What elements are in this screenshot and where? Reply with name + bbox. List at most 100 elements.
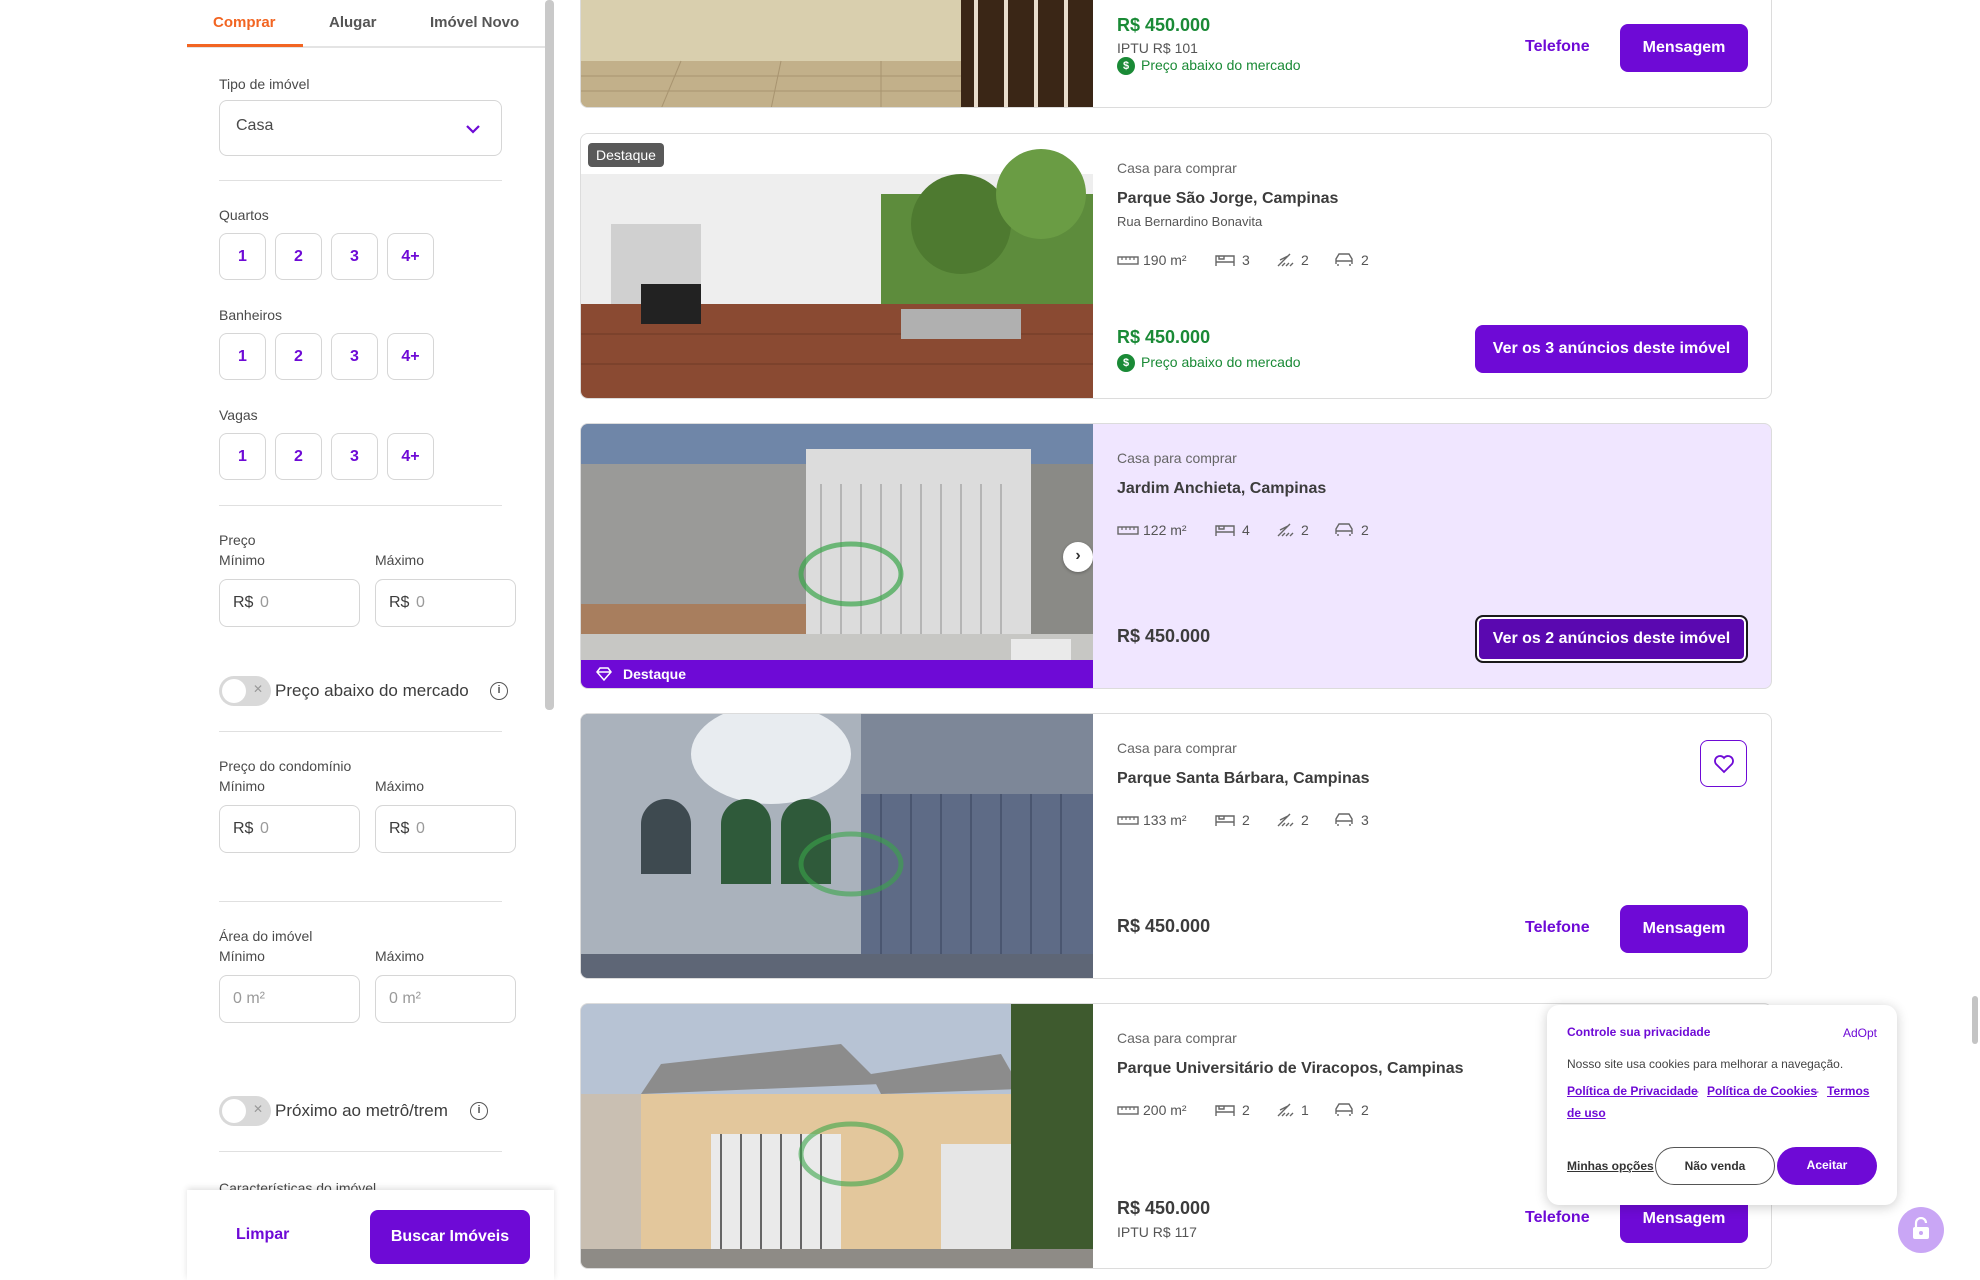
listing-type: Casa para comprar — [1117, 450, 1237, 466]
listing-price: R$ 450.000 — [1117, 15, 1211, 35]
lock-icon — [1913, 1217, 1929, 1239]
listing-card[interactable]: Casa para comprar Parque Santa Bárbara, … — [580, 713, 1772, 979]
listing-photo[interactable]: Destaque — [581, 134, 1093, 398]
listing-photo[interactable] — [581, 1004, 1093, 1268]
car-icon — [1335, 813, 1353, 826]
bedrooms-option-3[interactable]: 3 — [331, 233, 378, 280]
currency-prefix: R$ — [233, 594, 254, 611]
phone-button[interactable]: Telefone — [1525, 38, 1590, 56]
price-max-input[interactable]: R$ 0 — [375, 579, 516, 627]
listing-bedrooms: 3 — [1242, 252, 1250, 268]
favorite-button[interactable] — [1700, 740, 1747, 787]
condo-min-placeholder: 0 — [260, 820, 269, 837]
privacy-policy-link[interactable]: Política de Privacidade — [1567, 1084, 1698, 1098]
do-not-sell-button[interactable]: Não venda — [1655, 1147, 1775, 1185]
listing-price: R$ 450.000 — [1117, 327, 1211, 347]
bathrooms-option-1[interactable]: 1 — [219, 333, 266, 380]
listing-title[interactable]: Parque São Jorge, Campinas — [1117, 190, 1338, 208]
message-button[interactable]: Mensagem — [1620, 24, 1748, 72]
listing-bedrooms: 4 — [1242, 522, 1250, 538]
divider — [219, 180, 502, 181]
terms-link-continued[interactable]: de uso — [1567, 1106, 1606, 1120]
listing-parking: 2 — [1361, 522, 1369, 538]
accept-cookies-button[interactable]: Aceitar — [1777, 1147, 1877, 1185]
price-min-input[interactable]: R$ 0 — [219, 579, 360, 627]
bathrooms-option-4plus[interactable]: 4+ — [387, 333, 434, 380]
listing-tabs: Comprar Alugar Imóvel Novo — [187, 0, 547, 48]
bedrooms-option-2[interactable]: 2 — [275, 233, 322, 280]
listing-title[interactable]: Jardim Anchieta, Campinas — [1117, 480, 1326, 498]
phone-button[interactable]: Telefone — [1525, 919, 1590, 937]
bed-icon — [1215, 815, 1235, 826]
listing-card[interactable]: Destaque Casa para comprar Parque São Jo… — [580, 133, 1772, 399]
property-type-select[interactable]: Casa — [219, 100, 502, 156]
bedrooms-option-1[interactable]: 1 — [219, 233, 266, 280]
area-max-input[interactable]: 0 m² — [375, 975, 516, 1023]
page-scrollbar[interactable] — [1972, 996, 1978, 1044]
listing-photo[interactable] — [581, 0, 1093, 107]
listing-area: 122 m² — [1143, 522, 1187, 538]
bathrooms-option-3[interactable]: 3 — [331, 333, 378, 380]
parking-option-1[interactable]: 1 — [219, 433, 266, 480]
parking-option-2[interactable]: 2 — [275, 433, 322, 480]
listing-card[interactable]: R$ 450.000 IPTU R$ 101 $ Preço abaixo do … — [580, 0, 1772, 108]
bedrooms-option-4plus[interactable]: 4+ — [387, 233, 434, 280]
area-min-input[interactable]: 0 m² — [219, 975, 360, 1023]
sidebar-scrollbar[interactable] — [545, 0, 554, 710]
listing-card[interactable]: › Destaque Casa para comprar Jardim Anch… — [580, 423, 1772, 689]
listing-title[interactable]: Parque Universitário de Viracopos, Campi… — [1117, 1060, 1464, 1078]
tab-alugar[interactable]: Alugar — [329, 14, 377, 31]
bed-icon — [1215, 1105, 1235, 1116]
divider — [219, 1151, 502, 1152]
condo-max-label: Máximo — [375, 778, 425, 794]
diamond-icon — [596, 667, 612, 681]
active-tab-indicator — [187, 44, 303, 47]
bedrooms-label: Quartos — [219, 207, 269, 223]
clear-filters-button[interactable]: Limpar — [236, 1226, 289, 1244]
view-listings-button[interactable]: Ver os 2 anúncios deste imóvel — [1475, 615, 1748, 663]
bed-icon — [1215, 525, 1235, 536]
listing-photo[interactable]: › Destaque — [581, 424, 1093, 688]
bathrooms-label: Banheiros — [219, 307, 283, 323]
next-photo-button[interactable]: › — [1063, 542, 1093, 572]
currency-prefix: R$ — [389, 820, 410, 837]
link-separator: - — [1815, 1084, 1819, 1098]
listing-title[interactable]: Parque Santa Bárbara, Campinas — [1117, 770, 1370, 788]
my-options-link[interactable]: Minhas opções — [1567, 1159, 1654, 1173]
heart-icon — [1714, 755, 1734, 774]
listing-price: R$ 450.000 — [1117, 1198, 1211, 1218]
bathrooms-option-2[interactable]: 2 — [275, 333, 322, 380]
view-listings-button[interactable]: Ver os 3 anúncios deste imóvel — [1475, 325, 1748, 373]
condo-min-label: Mínimo — [219, 778, 265, 794]
cookie-text: Nosso site usa cookies para melhorar a n… — [1567, 1057, 1844, 1071]
terms-link[interactable]: Termos — [1827, 1084, 1869, 1098]
tab-imovel-novo[interactable]: Imóvel Novo — [430, 14, 519, 31]
info-icon[interactable]: i — [470, 1102, 488, 1120]
bed-icon — [1215, 255, 1235, 266]
area-label: Área do imóvel — [219, 928, 313, 944]
parking-option-3[interactable]: 3 — [331, 433, 378, 480]
featured-badge: Destaque — [588, 143, 664, 167]
metro-toggle[interactable]: ✕ — [219, 1096, 271, 1126]
below-market-toggle[interactable]: ✕ — [219, 676, 271, 706]
search-button[interactable]: Buscar Imóveis — [370, 1210, 530, 1264]
listing-parking: 2 — [1361, 1102, 1369, 1118]
phone-button[interactable]: Telefone — [1525, 1209, 1590, 1227]
cookie-policy-link[interactable]: Política de Cookies — [1707, 1084, 1817, 1098]
listing-bathrooms: 2 — [1301, 812, 1309, 828]
adopt-logo: AdOpt — [1842, 1026, 1877, 1040]
ruler-icon — [1117, 1106, 1139, 1115]
condo-min-input[interactable]: R$ 0 — [219, 805, 360, 853]
tab-comprar[interactable]: Comprar — [213, 14, 276, 31]
dollar-icon: $ — [1117, 57, 1135, 76]
message-button[interactable]: Mensagem — [1620, 905, 1748, 953]
condo-max-input[interactable]: R$ 0 — [375, 805, 516, 853]
shower-icon — [1277, 523, 1294, 537]
ruler-icon — [1117, 526, 1139, 535]
parking-option-4plus[interactable]: 4+ — [387, 433, 434, 480]
privacy-settings-button[interactable] — [1898, 1207, 1944, 1253]
info-icon[interactable]: i — [490, 682, 508, 700]
price-label: Preço — [219, 532, 256, 548]
listing-photo[interactable] — [581, 714, 1093, 978]
car-icon — [1335, 1103, 1353, 1116]
